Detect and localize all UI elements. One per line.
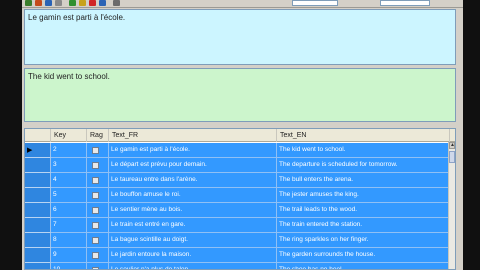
row-selector[interactable] <box>25 218 51 233</box>
text-fr-cell[interactable]: Le gamin est parti à l'école. <box>109 143 277 158</box>
french-text-value: Le gamin est parti à l'école. <box>28 13 126 22</box>
row-selector[interactable] <box>25 188 51 203</box>
delete-icon[interactable] <box>35 0 42 6</box>
row-body[interactable]: 2 Le gamin est parti à l'école. The kid … <box>51 143 448 158</box>
text-fr-cell[interactable]: Le taureau entre dans l'arène. <box>109 173 277 188</box>
row-selector[interactable] <box>25 233 51 248</box>
row-body[interactable]: 8 La bague scintille au doigt. The ring … <box>51 233 448 248</box>
edit-icon[interactable] <box>55 0 62 6</box>
row-body[interactable]: 3 Le départ est prévu pour demain. The d… <box>51 158 448 173</box>
row-body[interactable]: 9 Le jardin entoure la maison. The garde… <box>51 248 448 263</box>
grid-vertical-scrollbar[interactable]: ▲ <box>448 142 455 269</box>
left-frame-border <box>0 0 22 270</box>
row-selector[interactable] <box>25 173 51 188</box>
text-fr-cell[interactable]: Le soulier n'a plus de talon. <box>109 263 277 269</box>
rag-checkbox[interactable] <box>92 252 99 259</box>
row-selector[interactable] <box>25 158 51 173</box>
toolbar <box>22 0 463 8</box>
table-row[interactable]: 4 Le taureau entre dans l'arène. The bul… <box>25 173 455 188</box>
text-en-cell[interactable]: The kid went to school. <box>277 143 450 158</box>
row-selector[interactable] <box>25 263 51 269</box>
row-body[interactable]: 6 Le sentier mène au bois. The trail lea… <box>51 203 448 218</box>
toolbar-dropdown-left[interactable] <box>292 0 338 6</box>
text-fr-cell[interactable]: La bague scintille au doigt. <box>109 233 277 248</box>
column-header-text-fr[interactable]: Text_FR <box>109 129 277 142</box>
toolbar-dropdown-right[interactable] <box>380 0 430 6</box>
last-record-icon[interactable] <box>99 0 106 6</box>
column-header-text-en[interactable]: Text_EN <box>277 129 450 142</box>
text-en-cell[interactable]: The garden surrounds the house. <box>277 248 450 263</box>
table-row[interactable]: 5 Le bouffon amuse le roi. The jester am… <box>25 188 455 203</box>
row-selector[interactable]: ▶ <box>25 143 51 158</box>
table-row[interactable]: ▶ 2 Le gamin est parti à l'école. The ki… <box>25 143 455 158</box>
rag-checkbox[interactable] <box>92 222 99 229</box>
right-frame-border <box>463 0 480 270</box>
text-fr-cell[interactable]: Le bouffon amuse le roi. <box>109 188 277 203</box>
text-fr-cell[interactable]: Le jardin entoure la maison. <box>109 248 277 263</box>
key-cell[interactable]: 4 <box>51 173 87 188</box>
table-row[interactable]: 9 Le jardin entoure la maison. The garde… <box>25 248 455 263</box>
scroll-up-icon[interactable]: ▲ <box>449 142 455 149</box>
next-record-icon[interactable] <box>89 0 96 6</box>
row-body[interactable]: 10 Le soulier n'a plus de talon. The sho… <box>51 263 450 269</box>
row-body[interactable]: 7 Le train est entré en gare. The train … <box>51 218 448 233</box>
rag-checkbox[interactable] <box>92 207 99 214</box>
text-fr-cell[interactable]: Le sentier mène au bois. <box>109 203 277 218</box>
rag-checkbox[interactable] <box>92 177 99 184</box>
key-cell[interactable]: 10 <box>51 263 87 269</box>
text-fr-cell[interactable]: Le train est entré en gare. <box>109 218 277 233</box>
row-selector-header <box>25 129 51 142</box>
english-text-editor[interactable]: The kid went to school. <box>24 68 456 122</box>
text-en-cell[interactable]: The ring sparkles on her finger. <box>277 233 450 248</box>
grid-header: Key Rag Text_FR Text_EN <box>25 129 455 142</box>
settings-icon[interactable] <box>113 0 120 6</box>
key-cell[interactable]: 7 <box>51 218 87 233</box>
row-body[interactable]: 4 Le taureau entre dans l'arène. The bul… <box>51 173 448 188</box>
key-cell[interactable]: 2 <box>51 143 87 158</box>
current-row-arrow-icon: ▶ <box>27 147 33 154</box>
text-en-cell[interactable]: The jester amuses the king. <box>277 188 450 203</box>
table-row[interactable]: 10 Le soulier n'a plus de talon. The sho… <box>25 263 455 269</box>
table-row[interactable]: 3 Le départ est prévu pour demain. The d… <box>25 158 455 173</box>
text-en-cell[interactable]: The trail leads to the wood. <box>277 203 450 218</box>
text-en-cell[interactable]: The shoe has no heel. <box>277 263 450 269</box>
key-cell[interactable]: 6 <box>51 203 87 218</box>
rag-checkbox[interactable] <box>92 162 99 169</box>
table-row[interactable]: 8 La bague scintille au doigt. The ring … <box>25 233 455 248</box>
row-selector[interactable] <box>25 203 51 218</box>
column-header-key[interactable]: Key <box>51 129 87 142</box>
rag-checkbox[interactable] <box>92 192 99 199</box>
text-fr-cell[interactable]: Le départ est prévu pour demain. <box>109 158 277 173</box>
records-grid[interactable]: Key Rag Text_FR Text_EN ▶ 2 Le gamin est… <box>24 128 456 270</box>
new-icon[interactable] <box>25 0 32 6</box>
rag-checkbox[interactable] <box>92 147 99 154</box>
first-record-icon[interactable] <box>69 0 76 6</box>
table-row[interactable]: 6 Le sentier mène au bois. The trail lea… <box>25 203 455 218</box>
row-selector[interactable] <box>25 248 51 263</box>
save-icon[interactable] <box>45 0 52 6</box>
key-cell[interactable]: 3 <box>51 158 87 173</box>
text-en-cell[interactable]: The bull enters the arena. <box>277 173 450 188</box>
english-text-value: The kid went to school. <box>28 72 110 81</box>
table-row[interactable]: 7 Le train est entré en gare. The train … <box>25 218 455 233</box>
text-en-cell[interactable]: The train entered the station. <box>277 218 450 233</box>
rag-checkbox[interactable] <box>92 237 99 244</box>
scroll-thumb[interactable] <box>449 151 455 163</box>
key-cell[interactable]: 5 <box>51 188 87 203</box>
french-text-editor[interactable]: Le gamin est parti à l'école. <box>24 9 456 65</box>
text-en-cell[interactable]: The departure is scheduled for tomorrow. <box>277 158 450 173</box>
key-cell[interactable]: 9 <box>51 248 87 263</box>
row-body[interactable]: 5 Le bouffon amuse le roi. The jester am… <box>51 188 448 203</box>
key-cell[interactable]: 8 <box>51 233 87 248</box>
previous-record-icon[interactable] <box>79 0 86 6</box>
column-header-rag[interactable]: Rag <box>87 129 109 142</box>
